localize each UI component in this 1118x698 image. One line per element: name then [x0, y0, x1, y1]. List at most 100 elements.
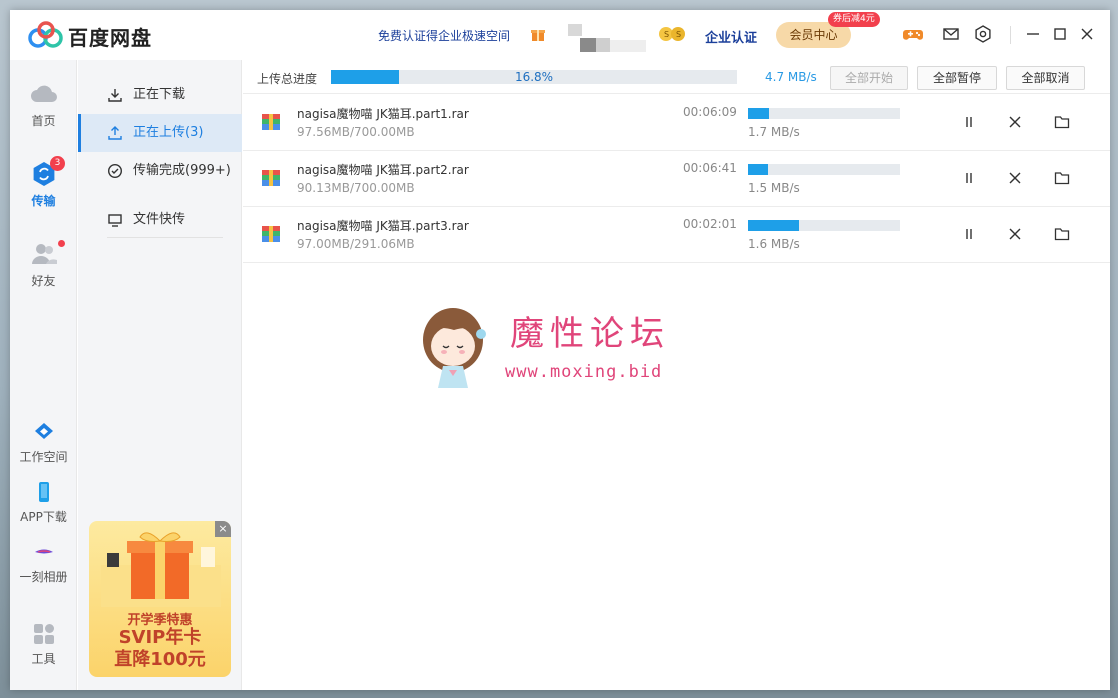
file-size: 97.56MB/700.00MB [297, 125, 415, 139]
nav-label: 好友 [31, 274, 56, 288]
app-title: 百度网盘 [68, 26, 152, 50]
nav-item-home[interactable]: 首页 [10, 80, 77, 129]
cloud-icon [30, 85, 57, 102]
transfer-subnav: 正在下载 正在上传(3) 传输完成(999+) 文件快传 × 开学季特惠 SVI… [78, 60, 242, 690]
file-speed: 1.6 MB/s [748, 237, 800, 251]
download-icon [108, 89, 122, 102]
time-remaining: 00:06:41 [683, 161, 737, 175]
monitor-icon [108, 214, 122, 227]
nav-label: APP下载 [20, 510, 67, 524]
file-progress-fill [748, 164, 768, 175]
nav-item-app-download[interactable]: APP下载 [10, 480, 77, 525]
nav-item-transfer[interactable]: 3 传输 [10, 156, 77, 209]
file-progress-track [748, 220, 900, 231]
file-size: 97.00MB/291.06MB [297, 237, 415, 251]
file-speed: 1.5 MB/s [748, 181, 800, 195]
file-name: nagisa魔物喵 JK猫耳.part3.rar [297, 219, 469, 233]
avatar[interactable] [562, 18, 648, 54]
time-remaining: 00:02:01 [683, 217, 737, 231]
ad-close-button[interactable]: × [215, 521, 231, 537]
close-icon[interactable] [1077, 24, 1097, 44]
svg-text:S: S [664, 30, 669, 39]
friends-notify-dot [58, 240, 65, 247]
ad-title: SVIP年卡 直降100元 [89, 627, 231, 671]
nav-item-workspace[interactable]: 工作空间 [10, 420, 77, 465]
start-all-button[interactable]: 全部开始 [830, 66, 908, 90]
table-row[interactable]: nagisa魔物喵 JK猫耳.part2.rar 90.13MB/700.00M… [243, 151, 1110, 207]
subnav-label: 传输完成(999+) [133, 163, 231, 178]
file-progress-fill [748, 220, 799, 231]
svip-promo-banner[interactable]: × 开学季特惠 SVIP年卡 直降100元 [89, 521, 231, 677]
pause-all-button[interactable]: 全部暂停 [917, 66, 997, 90]
folder-icon[interactable] [1054, 170, 1070, 186]
total-progress-bar: 上传总进度 16.8% 4.7 MB/s 全部开始 全部暂停 全部取消 [243, 60, 1110, 94]
subnav-label: 正在上传(3) [133, 125, 204, 140]
file-name: nagisa魔物喵 JK猫耳.part1.rar [297, 107, 469, 121]
subnav-item-completed[interactable]: 传输完成(999+) [78, 152, 242, 190]
game-icon[interactable] [903, 24, 923, 44]
cancel-icon[interactable] [1007, 226, 1023, 242]
total-speed: 4.7 MB/s [765, 70, 817, 84]
upload-icon [108, 126, 122, 140]
file-progress-track [748, 108, 900, 119]
watermark-title: 魔性论坛 [510, 314, 670, 354]
gift-icon[interactable] [530, 26, 546, 42]
cancel-icon[interactable] [1007, 114, 1023, 130]
phone-icon [38, 482, 49, 502]
ad-title-line2: 直降100元 [114, 649, 206, 670]
ad-title-line1: SVIP年卡 [118, 627, 202, 648]
left-nav: 首页 3 传输 好友 工作空间 APP下载 一刻相册 工具 [10, 60, 77, 690]
total-progress-percent: 16.8% [514, 70, 554, 84]
maximize-icon[interactable] [1050, 24, 1070, 44]
table-row[interactable]: nagisa魔物喵 JK猫耳.part1.rar 97.56MB/700.00M… [243, 95, 1110, 151]
subnav-item-downloading[interactable]: 正在下载 [78, 76, 242, 114]
title-bar: 百度网盘 免费认证得企业极速空间 S S 企业认证 会员中心 券后减4元 [10, 10, 1110, 60]
ad-subtitle: 开学季特惠 [127, 613, 193, 628]
check-circle-icon [107, 163, 123, 179]
nav-item-tools[interactable]: 工具 [10, 622, 77, 667]
nav-item-album[interactable]: 一刻相册 [10, 540, 77, 585]
nav-label: 工具 [31, 652, 56, 666]
nav-item-friends[interactable]: 好友 [10, 240, 77, 289]
file-size: 90.13MB/700.00MB [297, 181, 415, 195]
app-window: 百度网盘 免费认证得企业极速空间 S S 企业认证 会员中心 券后减4元 首页 … [10, 10, 1110, 690]
vip-discount-badge: 券后减4元 [828, 12, 880, 27]
gift-box-icon [101, 532, 221, 607]
rar-archive-icon [262, 170, 280, 186]
settings-icon[interactable] [973, 24, 993, 44]
nav-label: 一刻相册 [19, 570, 68, 584]
site-watermark: 魔性论坛 www.moxing.bid [415, 298, 715, 408]
folder-icon[interactable] [1054, 114, 1070, 130]
file-speed: 1.7 MB/s [748, 125, 800, 139]
pause-icon[interactable] [961, 114, 977, 130]
total-progress-label: 上传总进度 [257, 72, 318, 86]
coin-icon[interactable]: S S [658, 26, 688, 42]
cancel-all-button[interactable]: 全部取消 [1006, 66, 1085, 90]
time-remaining: 00:06:09 [683, 105, 737, 119]
workspace-icon [34, 423, 53, 439]
subnav-label: 文件快传 [133, 212, 186, 227]
mail-icon[interactable] [941, 24, 961, 44]
pause-icon[interactable] [961, 170, 977, 186]
rar-archive-icon [262, 114, 280, 130]
album-icon [34, 549, 53, 554]
cancel-icon[interactable] [1007, 170, 1023, 186]
subnav-item-uploading[interactable]: 正在上传(3) [78, 114, 242, 152]
subnav-item-quick-transfer[interactable]: 文件快传 [78, 201, 242, 239]
subnav-label: 正在下载 [133, 87, 186, 102]
file-progress-fill [748, 108, 770, 119]
folder-icon[interactable] [1054, 226, 1070, 242]
minimize-icon[interactable] [1023, 24, 1043, 44]
table-row[interactable]: nagisa魔物喵 JK猫耳.part3.rar 97.00MB/291.06M… [243, 207, 1110, 263]
nav-label: 工作空间 [19, 450, 68, 464]
upload-list-panel: 上传总进度 16.8% 4.7 MB/s 全部开始 全部暂停 全部取消 nagi… [243, 60, 1110, 690]
pause-icon[interactable] [961, 226, 977, 242]
promo-link[interactable]: 免费认证得企业极速空间 [378, 27, 510, 44]
mascot-girl-icon [423, 308, 486, 388]
transfer-count-badge: 3 [50, 156, 65, 171]
nav-label: 传输 [31, 194, 56, 208]
watermark-url: www.moxing.bid [505, 362, 663, 382]
rar-archive-icon [262, 226, 280, 242]
title-divider [1010, 26, 1011, 44]
enterprise-verify-link[interactable]: 企业认证 [705, 27, 757, 46]
